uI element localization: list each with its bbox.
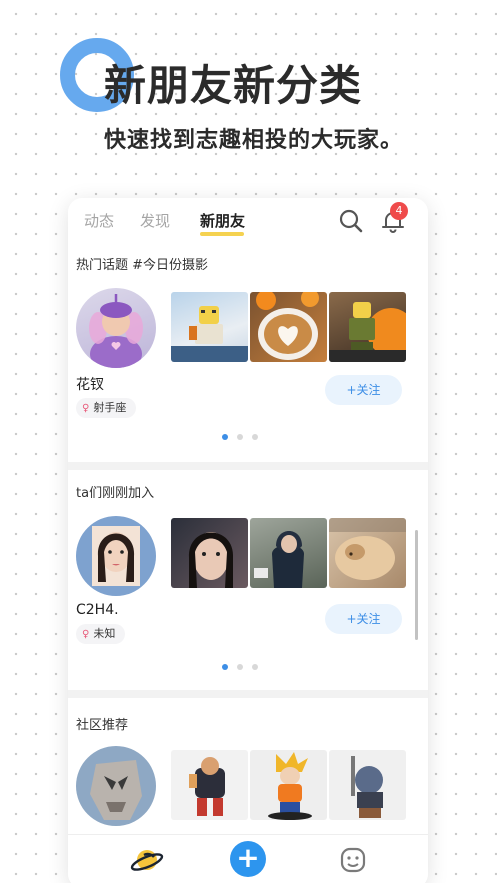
location-pin-icon: ♀ — [82, 629, 90, 640]
photo-thumbnail[interactable] — [250, 750, 327, 820]
bottom-nav-bar: + — [68, 834, 428, 883]
photo-thumbnail[interactable] — [329, 750, 406, 820]
tab-discover[interactable]: 发现 — [140, 210, 170, 231]
photo-thumbnail[interactable] — [171, 292, 248, 362]
carousel-dot — [237, 434, 243, 440]
user-name[interactable]: C2H4. — [76, 602, 119, 618]
carousel-dot-active — [222, 664, 228, 670]
promo-title: 新朋友新分类 — [104, 61, 363, 110]
location-pin-icon: ♀ — [82, 403, 90, 414]
section-divider — [68, 462, 428, 470]
face-icon[interactable] — [336, 843, 370, 877]
carousel-dot — [252, 434, 258, 440]
plus-icon[interactable]: + — [230, 841, 266, 877]
avatar[interactable] — [76, 288, 156, 368]
tag-label: 未知 — [93, 627, 116, 640]
avatar[interactable] — [76, 516, 156, 596]
user-name[interactable]: 花钗 — [76, 374, 104, 394]
notification-badge: 4 — [390, 202, 408, 220]
app-screen: 动态 发现 新朋友 4 热门话题 #今日份摄影 花钗 ♀ 射手座 +关注 ta们… — [68, 198, 428, 883]
search-icon[interactable] — [338, 208, 364, 234]
promo-subtitle: 快速找到志趣相投的大玩家。 — [104, 128, 404, 153]
zodiac-tag: ♀ 射手座 — [76, 398, 137, 418]
planet-icon[interactable] — [130, 843, 164, 877]
follow-button[interactable]: +关注 — [325, 375, 402, 405]
section-title: ta们刚刚加入 — [76, 486, 155, 501]
photo-thumbnail[interactable] — [250, 292, 327, 362]
tab-new-friends[interactable]: 新朋友 — [200, 210, 245, 231]
section-title: 社区推荐 — [76, 718, 129, 733]
photo-thumbnail[interactable] — [171, 750, 248, 820]
carousel-dot — [237, 664, 243, 670]
section-community: 社区推荐 — [68, 698, 428, 834]
tag-label: 射手座 — [93, 401, 127, 414]
section-hot-topic: 热门话题 #今日份摄影 花钗 ♀ 射手座 +关注 — [68, 244, 428, 462]
section-new-users: ta们刚刚加入 C2H4. ♀ 未知 +关注 — [68, 470, 428, 690]
section-title: 热门话题 #今日份摄影 — [76, 258, 209, 273]
follow-button[interactable]: +关注 — [325, 604, 402, 634]
carousel-dots — [222, 664, 262, 670]
photo-thumbnail[interactable] — [250, 518, 327, 588]
active-tab-underline — [200, 232, 244, 236]
carousel-dot — [252, 664, 258, 670]
photo-thumbnail[interactable] — [329, 518, 406, 588]
top-tab-bar: 动态 发现 新朋友 4 — [68, 198, 428, 244]
photo-thumbnail[interactable] — [171, 518, 248, 588]
avatar[interactable] — [76, 746, 156, 826]
tab-dynamic[interactable]: 动态 — [84, 210, 114, 231]
photo-thumbnail[interactable] — [329, 292, 406, 362]
carousel-dots — [222, 434, 262, 440]
section-divider — [68, 690, 428, 698]
scrollbar[interactable] — [415, 530, 418, 640]
carousel-dot-active — [222, 434, 228, 440]
zodiac-tag: ♀ 未知 — [76, 624, 126, 644]
